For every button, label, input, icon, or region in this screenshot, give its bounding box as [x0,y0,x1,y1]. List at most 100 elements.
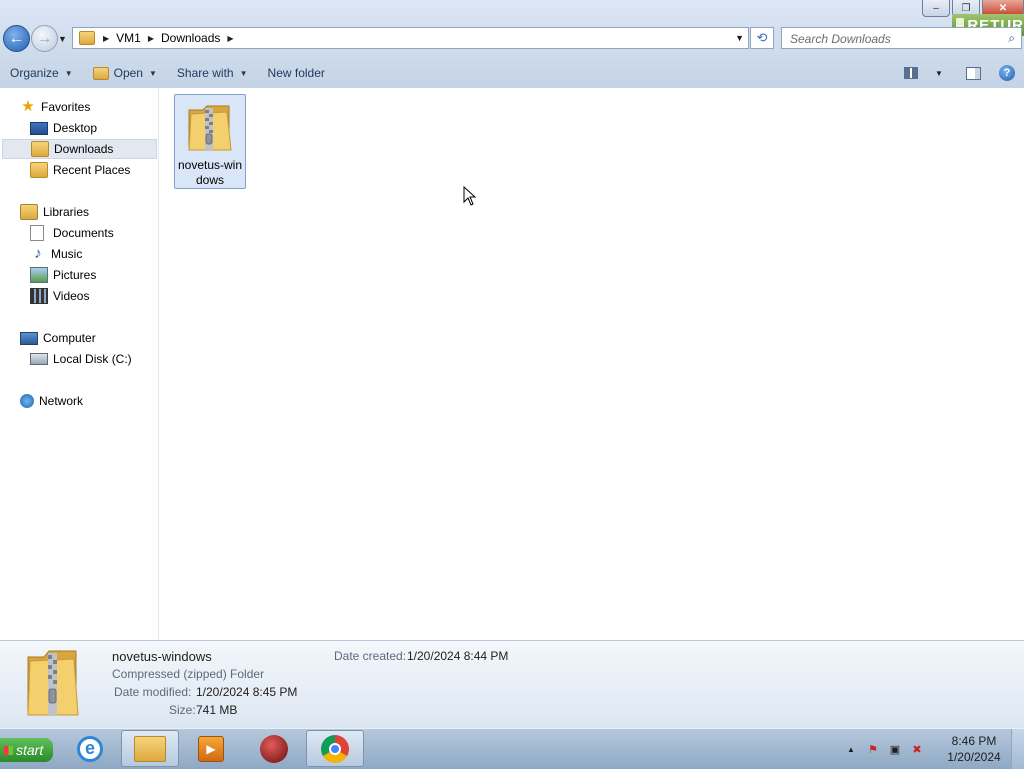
breadcrumb-separator-icon[interactable]: ▶ [148,34,154,43]
start-button[interactable]: start [0,738,53,762]
chevron-down-icon: ▼ [239,68,248,78]
libraries-icon [20,204,38,220]
nav-videos-label: Videos [53,289,90,303]
back-button[interactable]: ← [3,25,30,52]
minimize-button[interactable]: ‒ [922,0,950,17]
change-view-icon[interactable] [900,62,922,84]
open-label: Open [113,66,143,80]
view-options-dropdown[interactable]: ▼ [928,62,950,84]
windows-explorer-icon [134,735,166,762]
search-box[interactable]: ⌕ [781,27,1022,49]
nav-network-label: Network [39,394,84,408]
chrome-icon [321,734,349,763]
breadcrumb-separator-icon[interactable]: ▶ [227,34,233,43]
taskbar-chrome[interactable] [306,730,364,767]
mouse-pointer-icon [463,186,477,206]
windows-flag-icon [4,745,13,755]
help-glyph: ? [999,65,1015,81]
taskbar-windows-explorer[interactable] [121,730,179,767]
nav-downloads[interactable]: Downloads [2,139,157,159]
open-folder-icon [92,66,109,80]
file-list[interactable]: novetus-windows [159,88,1024,640]
nav-music-label: Music [51,247,83,261]
nav-libraries-label: Libraries [43,205,90,219]
address-bar[interactable]: ▶ VM1 ▶ Downloads ▶ ▼ [72,27,749,49]
details-file-name: novetus-windows [112,649,212,664]
explorer-chrome: ‒ ❐ ✕ RETUR ← → ▼ ▶ VM1 ▶ Downloads ▶ ▼ … [0,0,1024,88]
navigation-pane: ★ Favorites Desktop Downloads Recent Pla… [0,88,159,640]
nav-network[interactable]: Network [0,391,176,411]
command-bar: Organize ▼ Open ▼ Share with ▼ New folde… [0,59,1024,87]
nav-downloads-label: Downloads [54,142,114,156]
clock[interactable]: 8:46 PM 1/20/2024 [940,733,1008,765]
breadcrumb-separator-icon[interactable]: ▶ [103,34,109,43]
computer-icon [20,331,38,345]
forward-button[interactable]: → [31,25,58,52]
taskbar-red-app[interactable] [245,730,303,767]
chevron-down-icon: ▼ [64,68,73,78]
details-pane: novetus-windows Compressed (zipped) Fold… [0,640,1024,729]
help-icon[interactable]: ? [996,62,1018,84]
taskbar-media-player[interactable]: ▶ [182,730,240,767]
date-modified-label: Date modified: [114,685,192,699]
show-desktop-button[interactable] [1011,729,1024,769]
start-label: start [16,742,44,758]
volume-muted-icon[interactable]: ✖ [909,742,925,756]
clock-time: 8:46 PM [951,734,997,748]
action-center-flag-icon[interactable]: ⚑ [865,742,881,756]
network-icon [20,394,34,408]
share-with-label: Share with [176,66,234,80]
new-folder-button[interactable]: New folder [258,62,335,84]
search-input[interactable] [788,29,992,49]
nav-favorites[interactable]: ★ Favorites [0,97,176,117]
nav-computer-label: Computer [43,331,96,345]
search-icon[interactable]: ⌕ [1008,31,1015,46]
size-label: Size: [169,703,196,717]
chevron-down-icon: ▼ [935,68,943,78]
zip-folder-icon [27,650,79,716]
recent-places-icon [30,162,48,178]
hard-disk-icon [30,353,48,365]
breadcrumb-vm1[interactable]: VM1 [116,31,141,45]
file-item-novetus-windows[interactable]: novetus-windows [174,94,246,189]
preview-pane-icon[interactable] [962,62,984,84]
music-note-icon: ♪ [34,245,42,262]
system-tray: ▲ ⚑ ▣ ✖ [843,729,931,769]
open-menu[interactable]: Open ▼ [83,62,167,84]
red-app-icon [260,734,288,763]
refresh-button[interactable]: ⟲ [750,27,774,49]
new-folder-label: New folder [267,66,325,80]
media-player-icon: ▶ [198,735,224,762]
recent-pages-dropdown[interactable]: ▼ [58,34,67,44]
share-with-menu[interactable]: Share with ▼ [167,62,258,84]
taskbar-internet-explorer[interactable]: e [61,730,119,767]
zip-folder-icon [188,105,232,151]
pictures-icon [30,267,48,283]
size-value: 741 MB [196,703,238,717]
date-created-value: 1/20/2024 8:44 PM [407,649,509,663]
breadcrumb-downloads[interactable]: Downloads [161,31,220,45]
nav-computer[interactable]: Computer [0,328,176,348]
nav-favorites-label: Favorites [41,100,91,114]
show-hidden-icons-icon[interactable]: ▲ [843,742,859,756]
network-status-icon[interactable]: ▣ [887,742,903,756]
documents-icon [30,225,44,241]
taskbar: start e ▶ ▲ ⚑ ▣ ✖ 8:46 PM 1/20/2024 [0,728,1024,769]
nav-documents-label: Documents [53,226,114,240]
details-file-type: Compressed (zipped) Folder [112,667,265,681]
organize-label: Organize [10,66,59,80]
file-name-label: novetus-windows [177,158,243,187]
nav-libraries[interactable]: Libraries [0,202,176,222]
nav-local-disk-label: Local Disk (C:) [53,352,132,366]
folder-icon [79,31,95,45]
downloads-folder-icon [31,141,49,157]
nav-recent-places-label: Recent Places [53,163,131,177]
chevron-down-icon: ▼ [148,68,157,78]
star-icon: ★ [21,98,35,115]
address-dropdown-icon[interactable]: ▼ [735,33,744,43]
organize-menu[interactable]: Organize ▼ [0,62,83,84]
clock-date: 1/20/2024 [947,750,1001,764]
toolbar-right: ▼ ? [900,62,1024,84]
internet-explorer-icon: e [77,735,103,762]
desktop-icon [30,121,48,135]
